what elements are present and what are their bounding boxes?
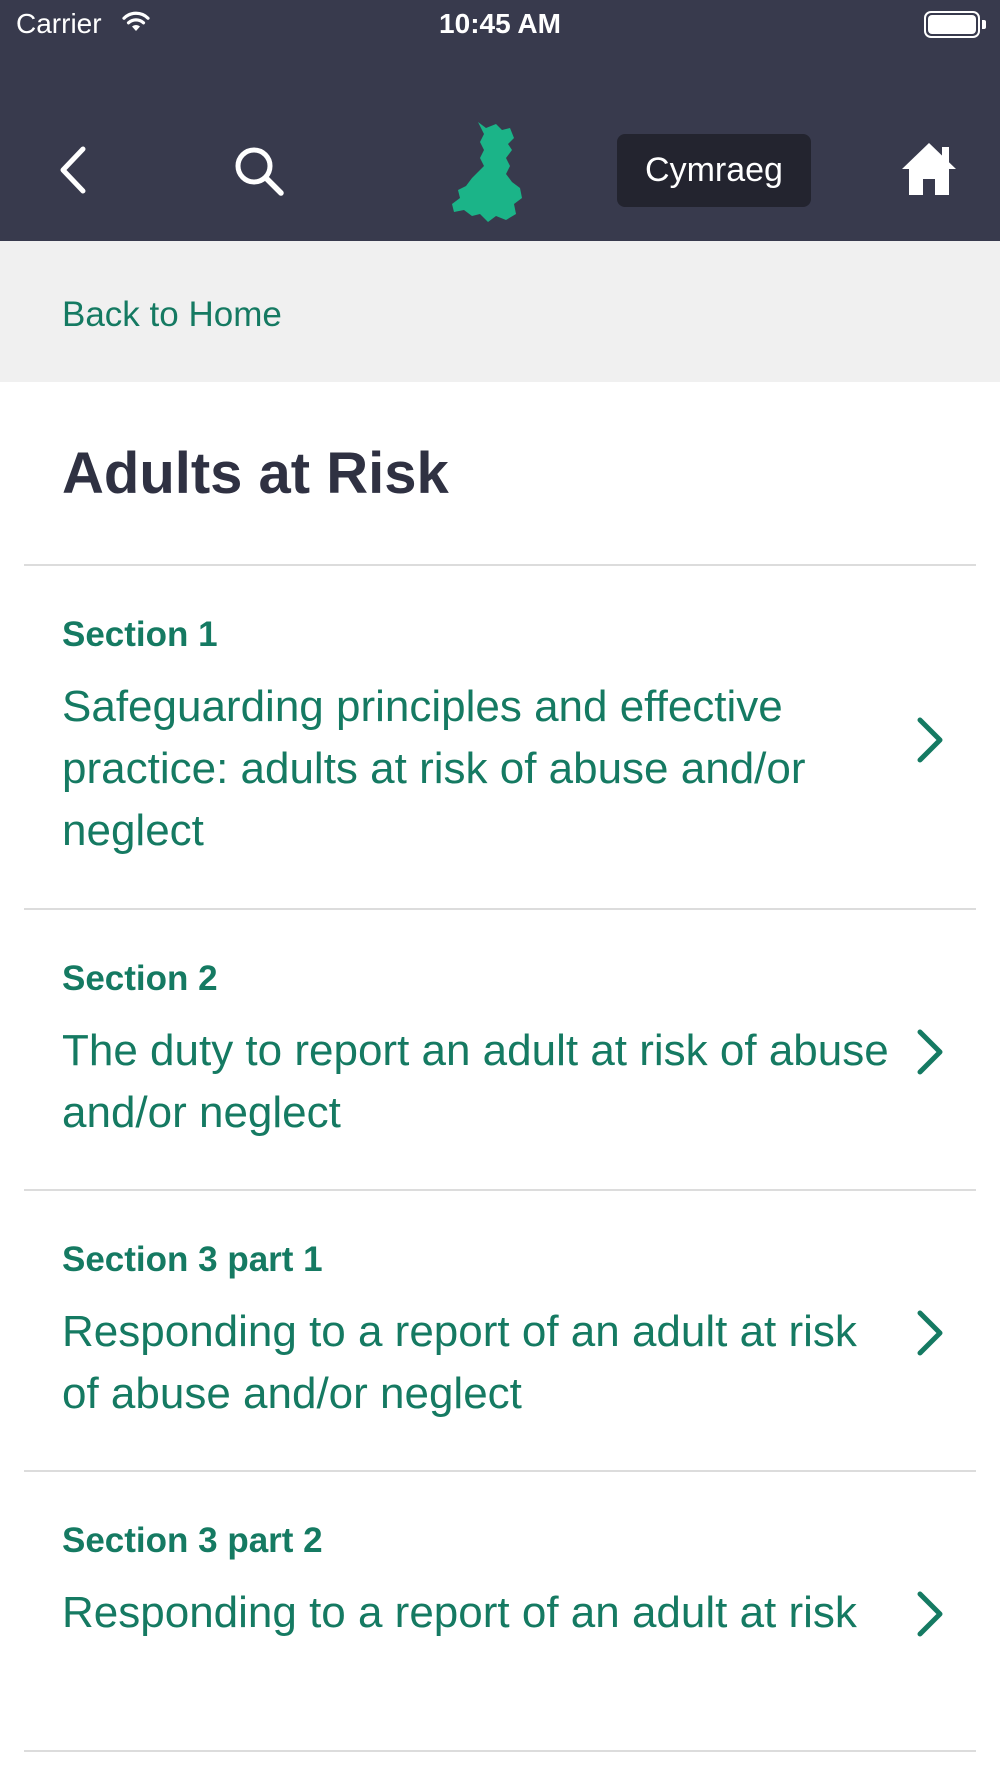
wales-map-icon — [450, 118, 530, 228]
language-toggle-button[interactable]: Cymraeg — [617, 134, 811, 207]
section-label: Section 1 — [62, 615, 218, 654]
list-item-section-3-part-1[interactable]: Section 3 part 1 Responding to a report … — [0, 1191, 1000, 1470]
divider — [24, 1750, 976, 1752]
section-label: Section 3 part 1 — [62, 1240, 323, 1279]
home-icon — [902, 143, 956, 195]
chevron-left-icon — [60, 146, 86, 194]
back-button[interactable] — [45, 140, 101, 200]
section-title: The duty to report an adult at risk of a… — [62, 1026, 889, 1137]
home-button[interactable] — [898, 138, 960, 200]
navigation-bar: Cymraeg — [0, 110, 1000, 230]
chevron-right-icon — [917, 1029, 943, 1075]
list-item-section-1[interactable]: Section 1 Safeguarding principles and ef… — [0, 566, 1000, 908]
search-icon — [235, 147, 284, 196]
list-item-section-3-part-2[interactable]: Section 3 part 2 Responding to a report … — [0, 1472, 1000, 1751]
section-label: Section 2 — [62, 959, 218, 998]
chevron-right-icon — [917, 1591, 943, 1637]
section-label: Section 3 part 2 — [62, 1521, 323, 1560]
section-title: Responding to a report of an adult at ri… — [62, 1588, 857, 1637]
back-to-home-link[interactable]: Back to Home — [62, 295, 282, 335]
app-header: Carrier 10:45 AM Cymraeg — [0, 0, 1000, 241]
section-title: Safeguarding principles and effective pr… — [62, 682, 806, 855]
chevron-right-icon — [917, 717, 943, 763]
section-title: Responding to a report of an adult at ri… — [62, 1307, 857, 1418]
list-item-section-2[interactable]: Section 2 The duty to report an adult at… — [0, 910, 1000, 1189]
app-screen: Carrier 10:45 AM Cymraeg Back to Home Ad… — [0, 0, 1000, 1778]
status-bar: Carrier 10:45 AM — [0, 0, 1000, 50]
clock-time: 10:45 AM — [439, 8, 561, 39]
breadcrumb: Back to Home — [0, 241, 1000, 382]
search-button[interactable] — [228, 140, 290, 202]
page-title: Adults at Risk — [62, 441, 449, 506]
battery-icon — [924, 11, 986, 38]
chevron-right-icon — [917, 1310, 943, 1356]
